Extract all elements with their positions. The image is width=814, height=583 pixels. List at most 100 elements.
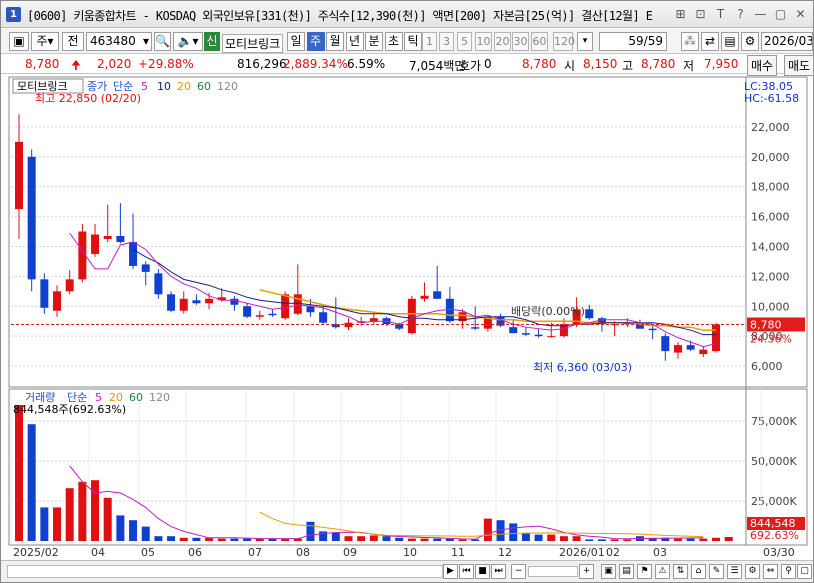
low-label: 저 (683, 59, 695, 73)
candle-body (179, 298, 188, 311)
buy-button[interactable]: 매수 (747, 55, 778, 76)
title-icon-0[interactable]: ⊞ (672, 6, 689, 22)
tool-h-icon[interactable]: ☰ (727, 564, 742, 579)
interval-button-6[interactable]: 60 (531, 32, 548, 51)
period-tab-6[interactable]: 틱 (404, 32, 422, 51)
tool-e-icon[interactable]: ⇅ (673, 564, 688, 579)
x-tick-label: 02 (606, 546, 620, 559)
low-price: 7,950 (704, 57, 739, 71)
compare-icon[interactable]: ⇄ (701, 32, 719, 51)
interval-button-5[interactable]: 30 (512, 32, 529, 51)
tool-f-icon[interactable]: ⌂ (691, 564, 706, 579)
period-tab-5[interactable]: 초 (384, 32, 403, 51)
interval-button-2[interactable]: 5 (457, 32, 472, 51)
zoom-slider[interactable] (528, 566, 578, 577)
title-icon-3[interactable]: ? (732, 6, 749, 22)
volume-pane (8, 388, 808, 546)
price-tick-label: 12,000 (751, 270, 790, 283)
tool-g-icon[interactable]: ✎ (709, 564, 724, 579)
first-button[interactable]: ⏮ (459, 564, 474, 579)
annotation-low: 최저 6,360 (03/03) (533, 361, 632, 374)
layout-icon[interactable]: ▣ (9, 32, 29, 51)
tool-l-icon[interactable]: ▢ (797, 564, 812, 579)
hoga-price: 8,780 (522, 57, 557, 71)
annotation-high: 최고 22,850 (02/20) (35, 92, 141, 105)
title-icon-1[interactable]: ⊡ (692, 6, 709, 22)
volume-tick-label: 50,000K (751, 455, 797, 468)
price-change: 2,020 (97, 57, 132, 71)
high-label: 고 (622, 59, 634, 73)
volume-bar (382, 536, 391, 541)
settings-icon[interactable]: ⚙ (741, 32, 759, 51)
toolbar: ▣ 주▾ 전 463480 ▾ 🔍 🔈▾ 신 모티브링크 일주월년분초틱 1351… (1, 29, 813, 54)
x-tick-label: 03/30 (763, 546, 795, 559)
cycle-select[interactable]: 주▾ (31, 32, 59, 51)
interval-button-0[interactable]: 1 (422, 32, 437, 51)
volume-bar (686, 538, 695, 541)
candle-body (268, 313, 277, 316)
last-button[interactable]: ⏭ (491, 564, 506, 579)
legend-ma5: 5 (141, 80, 148, 93)
count-field[interactable]: 59/59 (599, 32, 667, 51)
candle-body (65, 279, 74, 292)
price-chart[interactable]: 6,0008,00010,00012,00014,00016,00018,000… (1, 75, 813, 559)
volume-bar (357, 536, 366, 541)
period-tab-1[interactable]: 주 (306, 32, 325, 51)
zoom-in-button[interactable]: + (579, 564, 594, 579)
price-tick-label: 22,000 (751, 121, 790, 134)
annotation-dividend: 배당락(0.00%) (511, 305, 585, 318)
high-price: 8,780 (641, 57, 676, 71)
candle-body (205, 298, 214, 304)
period-tab-2[interactable]: 월 (326, 32, 344, 51)
period-tab-0[interactable]: 일 (287, 32, 305, 51)
tool-b-icon[interactable]: ▤ (619, 564, 634, 579)
tool-j-icon[interactable]: ⇔ (763, 564, 778, 579)
candle-body (433, 291, 442, 299)
candle-body (306, 306, 315, 313)
candle-body (40, 279, 49, 308)
period-tab-3[interactable]: 년 (345, 32, 364, 51)
scroll-bar[interactable]: ▶ ⏮ ■ ⏭ − + ▣ ▤ ⚑ ⚠ ⇅ ⌂ ✎ ☰ ⚙ ⇔ ⚲ ▢ (1, 560, 813, 582)
interval-button-7[interactable]: 120 (553, 32, 575, 51)
chart-window: 1 [0600] 키움종합차트 - KOSDAQ 외국인보유[331(천)] 주… (0, 0, 814, 583)
interval-button-1[interactable]: 3 (439, 32, 454, 51)
sell-button[interactable]: 매도 (784, 55, 814, 76)
tool-d-icon[interactable]: ⚠ (655, 564, 670, 579)
date-field[interactable]: 2026/03/3 (761, 32, 813, 51)
tool-k-icon[interactable]: ⚲ (781, 564, 796, 579)
volume-bar (559, 536, 568, 541)
app-number-icon[interactable]: 1 (6, 7, 21, 22)
turnover: 6.59% (347, 57, 386, 71)
stop-button[interactable]: ■ (475, 564, 490, 579)
scroll-end-button[interactable]: ▶ (443, 564, 458, 579)
interval-button-4[interactable]: 20 (494, 32, 511, 51)
interval-dropdown[interactable]: ▾ (577, 32, 593, 51)
title-icon-6[interactable]: ✕ (792, 6, 809, 22)
period-tab-4[interactable]: 분 (365, 32, 383, 51)
title-icon-2[interactable]: T (712, 6, 729, 22)
candle-body (15, 141, 23, 210)
volume-bar (141, 526, 150, 541)
title-icon-5[interactable]: ▢ (772, 6, 789, 22)
scope-select[interactable]: 전 (62, 32, 84, 51)
scroll-track[interactable] (7, 565, 443, 578)
tool-c-icon[interactable]: ⚑ (637, 564, 652, 579)
tool-a-icon[interactable]: ▣ (601, 564, 616, 579)
vol-tag-pct: 692.63% (750, 529, 799, 542)
annotation-hc: HC:-61.58 (744, 92, 799, 105)
open-price: 8,150 (583, 57, 618, 71)
stock-code-input[interactable]: 463480 ▾ (86, 32, 152, 51)
order-icon[interactable]: ▤ (721, 32, 739, 51)
x-tick-label: 10 (403, 546, 417, 559)
search-button[interactable]: 🔍 (154, 32, 171, 51)
tool-i-icon[interactable]: ⚙ (745, 564, 760, 579)
zoom-out-button[interactable]: − (511, 564, 526, 579)
annotation-vol-max: 844,548주(692.63%) (13, 403, 126, 416)
sound-button[interactable]: 🔈▾ (173, 32, 203, 51)
interval-button-3[interactable]: 10 (475, 32, 492, 51)
tools-icon[interactable]: ⁂ (681, 32, 699, 51)
title-icon-4[interactable]: — (752, 6, 769, 22)
volume-bar (534, 534, 543, 541)
volume-bar (306, 521, 315, 541)
legend-ma120: 120 (217, 80, 238, 93)
